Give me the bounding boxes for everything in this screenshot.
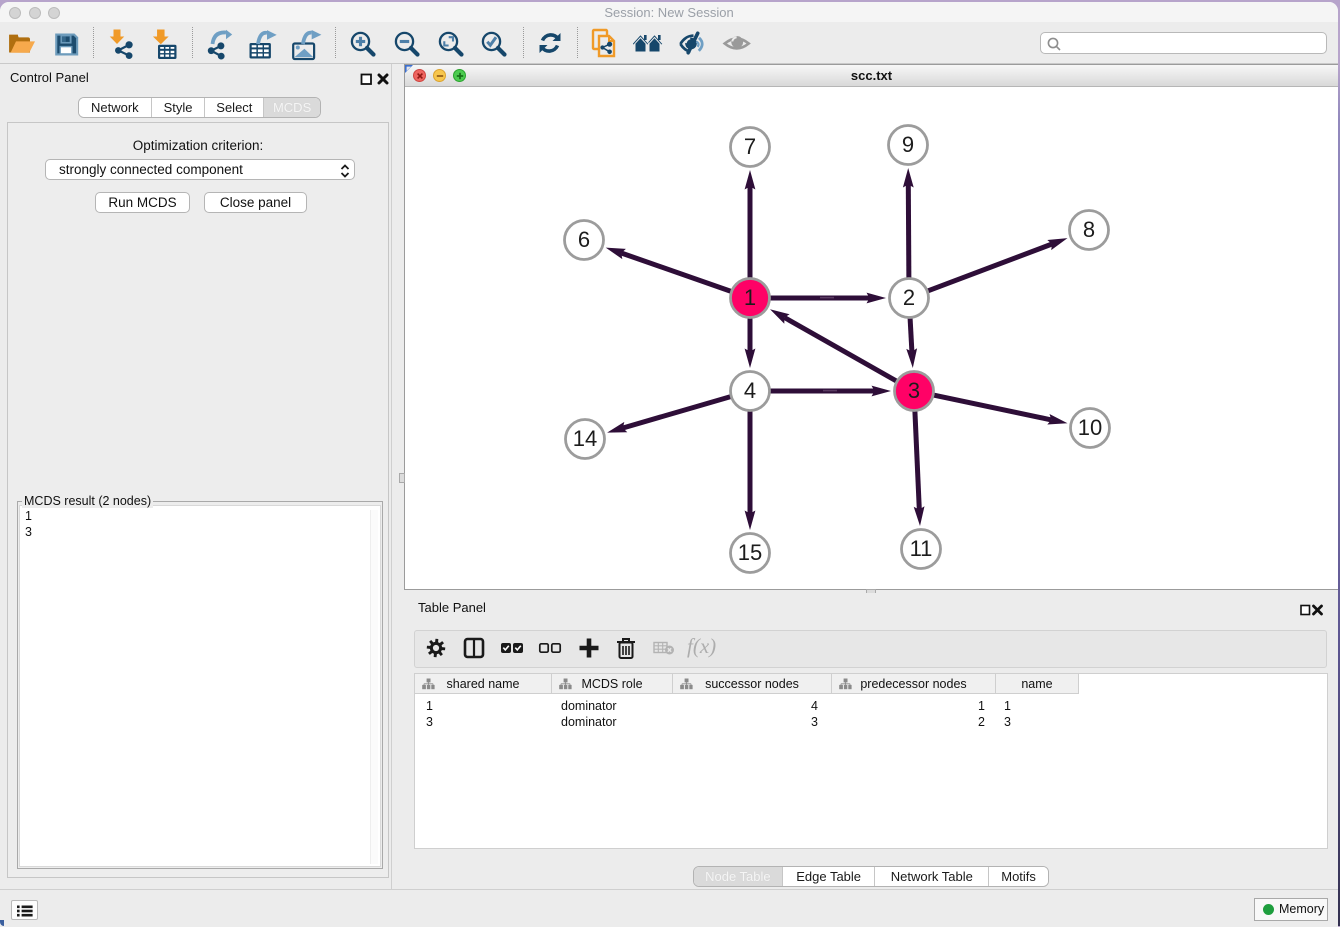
svg-text:7: 7 bbox=[744, 134, 756, 159]
svg-text:4: 4 bbox=[744, 378, 756, 403]
svg-text:9: 9 bbox=[902, 132, 914, 157]
svg-text:10: 10 bbox=[1078, 415, 1102, 440]
svg-text:14: 14 bbox=[573, 426, 597, 451]
svg-text:1: 1 bbox=[744, 285, 756, 310]
svg-text:3: 3 bbox=[908, 378, 920, 403]
svg-text:11: 11 bbox=[910, 536, 933, 561]
svg-text:2: 2 bbox=[903, 285, 915, 310]
svg-text:8: 8 bbox=[1083, 217, 1095, 242]
svg-text:6: 6 bbox=[578, 227, 590, 252]
svg-text:15: 15 bbox=[738, 540, 762, 565]
